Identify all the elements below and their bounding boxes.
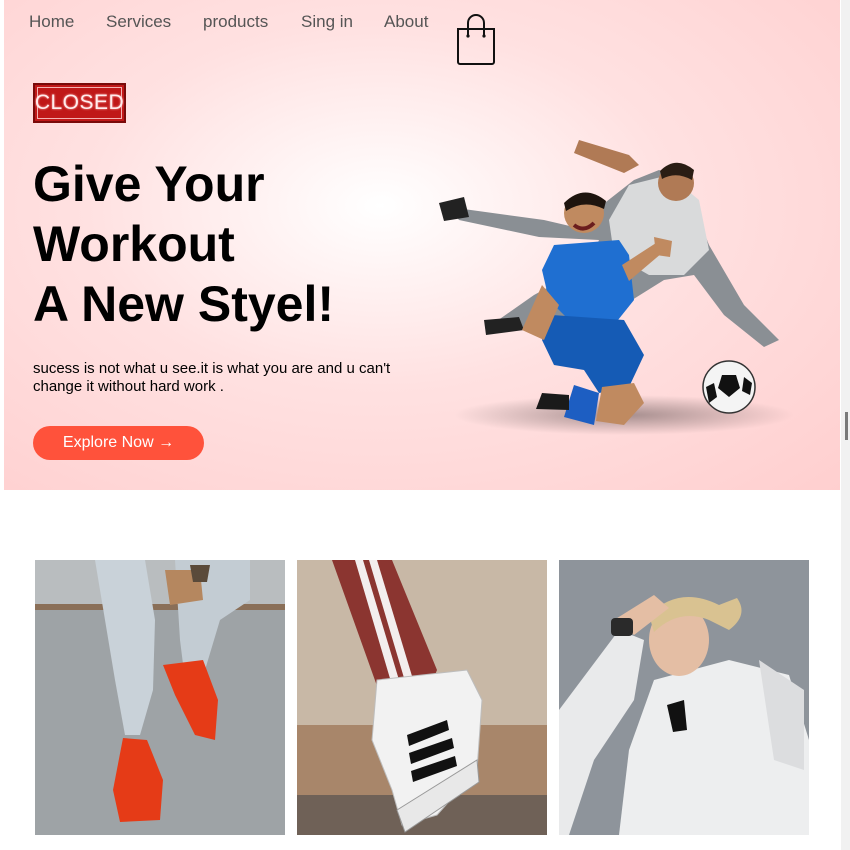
soccer-players-image (439, 140, 794, 435)
hero-subtext: sucess is not what u see.it is what you … (33, 360, 391, 395)
white-sneaker-photo (297, 560, 547, 835)
scrollbar-thumb[interactable] (845, 412, 848, 440)
closed-sign: CLOSED (33, 83, 126, 123)
explore-now-button[interactable]: Explore Now → (33, 426, 204, 460)
gallery-image-white-sneaker[interactable] (297, 560, 547, 835)
nav-products-link[interactable]: products (203, 12, 268, 32)
nav-about-link[interactable]: About (384, 12, 428, 32)
headline-line-3: A New Styel! (33, 276, 335, 332)
nav-home-link[interactable]: Home (29, 12, 74, 32)
gallery-image-woman-hoodie[interactable] (559, 560, 809, 835)
gallery-image-red-sneakers[interactable] (35, 560, 285, 835)
red-sneakers-photo (35, 560, 285, 835)
hero-headline: Give Your Workout A New Styel! (33, 154, 334, 334)
nav-signin-link[interactable]: Sing in (301, 12, 353, 32)
nav-services-link[interactable]: Services (106, 12, 171, 32)
closed-sign-label: CLOSED (34, 91, 125, 114)
headline-line-1: Give Your (33, 156, 265, 212)
headline-line-2: Workout (33, 216, 235, 272)
hero-section: Home Services products Sing in About CLO… (4, 0, 840, 490)
shopping-bag-icon[interactable] (454, 12, 498, 66)
woman-hoodie-photo (559, 560, 809, 835)
